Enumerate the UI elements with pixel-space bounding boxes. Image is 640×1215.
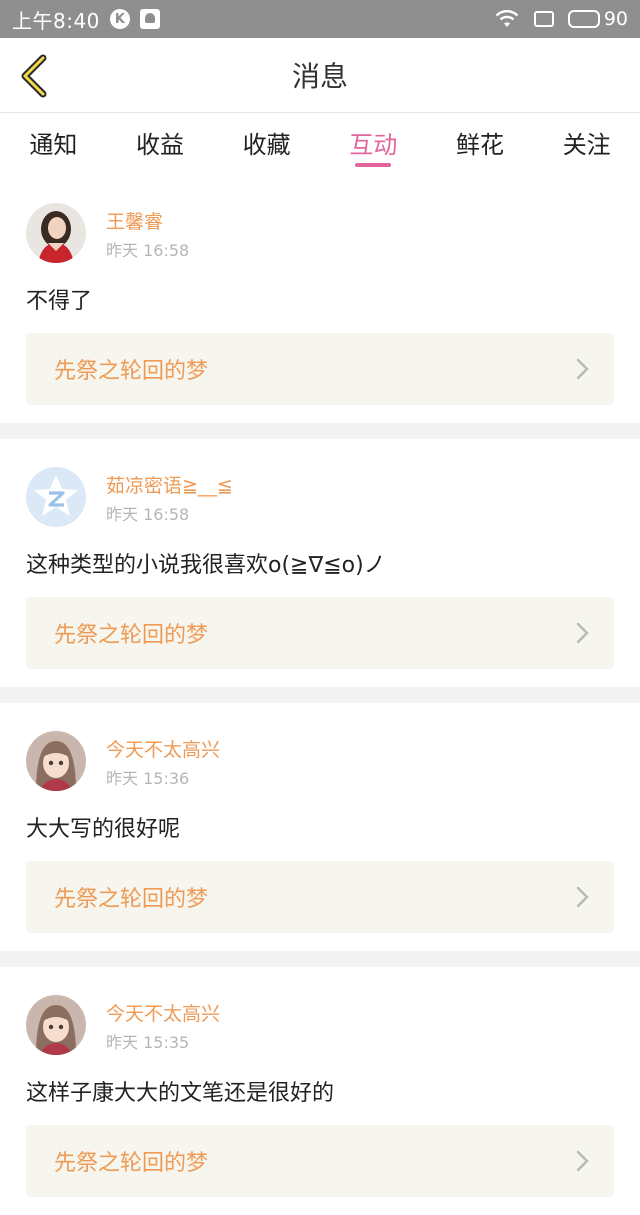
- book-title: 先祭之轮回的梦: [54, 887, 209, 912]
- message-card: 茹凉密语≧__≦ 昨天 16:58 这种类型的小说我很喜欢o(≧∇≦o)ノ 先祭…: [0, 439, 640, 687]
- book-title: 先祭之轮回的梦: [54, 1151, 209, 1176]
- message-time: 昨天 16:58: [106, 241, 190, 260]
- avatar[interactable]: [26, 731, 86, 791]
- avatar[interactable]: [26, 995, 86, 1055]
- message-time: 昨天 15:35: [106, 1033, 190, 1052]
- qzone-default-avatar-icon: [26, 467, 86, 527]
- anime-girl-avatar-icon: [26, 731, 86, 791]
- chevron-right-icon: [576, 358, 589, 380]
- wifi-icon: [495, 10, 519, 27]
- tab-favorites[interactable]: 收藏: [213, 113, 320, 171]
- avatar[interactable]: [26, 203, 86, 263]
- chevron-left-icon: [21, 54, 47, 98]
- username[interactable]: 王馨睿: [106, 207, 163, 234]
- message-card: 王馨睿 昨天 16:58 不得了 先祭之轮回的梦: [0, 175, 640, 423]
- book-link[interactable]: 先祭之轮回的梦: [26, 861, 614, 933]
- message-time: 昨天 15:36: [106, 769, 190, 788]
- tab-interactions[interactable]: 互动: [320, 113, 427, 171]
- comment-text: 这样子康大大的文笔还是很好的: [26, 1081, 335, 1106]
- chevron-right-icon: [576, 622, 589, 644]
- book-title: 先祭之轮回的梦: [54, 623, 209, 648]
- divider: [0, 687, 640, 703]
- page-title: 消息: [291, 60, 348, 93]
- divider: [0, 951, 640, 967]
- username[interactable]: 茹凉密语≧__≦: [106, 471, 233, 498]
- battery-icon: [567, 10, 600, 28]
- message-card: 今天不太高兴 昨天 15:36 大大写的很好呢 先祭之轮回的梦: [0, 703, 640, 951]
- comment-text: 大大写的很好呢: [26, 817, 181, 842]
- tab-following[interactable]: 关注: [533, 113, 640, 171]
- back-button[interactable]: [14, 54, 54, 98]
- tab-earnings[interactable]: 收益: [107, 113, 214, 171]
- anime-girl-avatar-icon: [26, 995, 86, 1055]
- avatar[interactable]: [26, 467, 86, 527]
- k-app-icon: K: [109, 9, 130, 29]
- message-list: 王馨睿 昨天 16:58 不得了 先祭之轮回的梦 茹凉密语≧__≦ 昨天 16:…: [0, 175, 640, 1215]
- message-tabs: 通知 收益 收藏 互动 鲜花 关注: [0, 113, 640, 171]
- message-time: 昨天 16:58: [106, 505, 190, 524]
- book-title: 先祭之轮回的梦: [54, 359, 209, 384]
- message-card: 今天不太高兴 昨天 15:35 这样子康大大的文笔还是很好的 先祭之轮回的梦: [0, 967, 640, 1215]
- photo-avatar-icon: [26, 203, 86, 263]
- status-bar: 上午8:40 K 90: [0, 0, 640, 38]
- username[interactable]: 今天不太高兴: [106, 999, 220, 1026]
- notification-icon: [139, 9, 160, 29]
- book-link[interactable]: 先祭之轮回的梦: [26, 597, 614, 669]
- sim-card-icon: [533, 11, 554, 27]
- chevron-right-icon: [576, 886, 589, 908]
- battery-indicator: 90: [567, 8, 628, 30]
- battery-level: 90: [603, 8, 628, 30]
- status-time: 上午8:40: [12, 8, 100, 33]
- chevron-right-icon: [576, 1150, 589, 1172]
- divider: [0, 423, 640, 439]
- app-header: 消息: [0, 38, 640, 113]
- book-link[interactable]: 先祭之轮回的梦: [26, 1125, 614, 1197]
- username[interactable]: 今天不太高兴: [106, 735, 220, 762]
- comment-text: 这种类型的小说我很喜欢o(≧∇≦o)ノ: [26, 553, 386, 578]
- tab-notifications[interactable]: 通知: [0, 113, 107, 171]
- tab-flowers[interactable]: 鲜花: [427, 113, 534, 171]
- book-link[interactable]: 先祭之轮回的梦: [26, 333, 614, 405]
- comment-text: 不得了: [26, 289, 93, 314]
